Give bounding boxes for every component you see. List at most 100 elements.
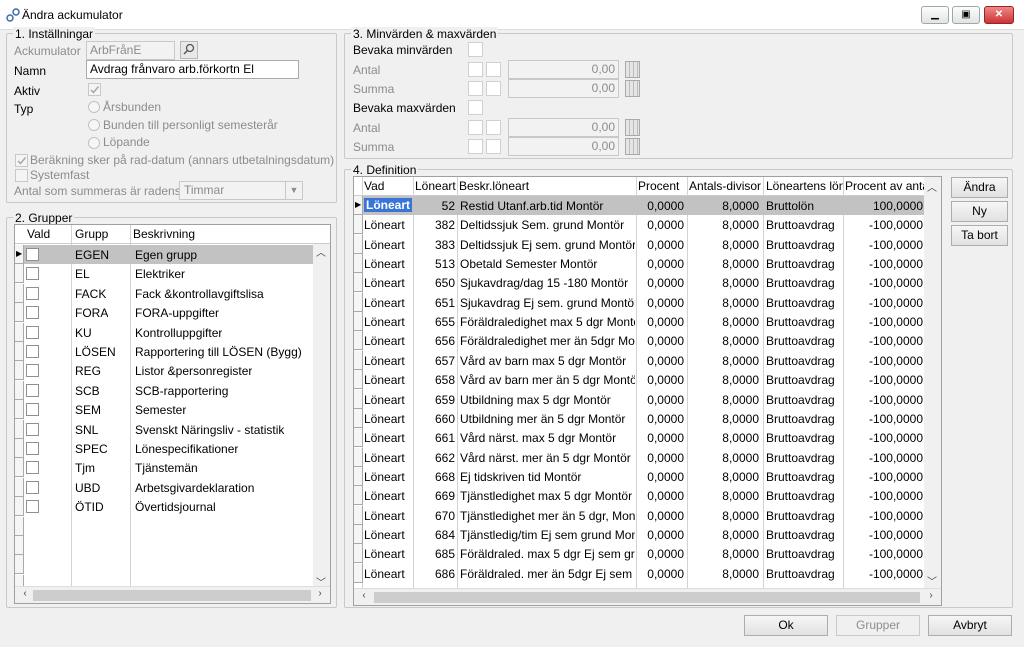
definition-row[interactable]: Löneart 513 Obetald Semester Montör 0,00… bbox=[354, 254, 924, 274]
groups-vertical-scrollbar[interactable]: ︿ ﹀ bbox=[313, 244, 330, 589]
aktiv-checkbox[interactable] bbox=[88, 83, 101, 96]
row-indicator[interactable] bbox=[354, 447, 363, 467]
definition-row[interactable]: Löneart 650 Sjukavdrag/dag 15 -180 Montö… bbox=[354, 273, 924, 293]
definition-row[interactable]: Löneart 668 Ej tidskriven tid Montör 0,0… bbox=[354, 466, 924, 486]
row-indicator[interactable] bbox=[15, 477, 24, 497]
row-indicator[interactable] bbox=[354, 544, 363, 564]
search-button[interactable] bbox=[180, 41, 198, 59]
column-header-procent[interactable]: Procent bbox=[638, 179, 688, 193]
row-indicator[interactable] bbox=[354, 331, 363, 351]
definition-row[interactable]: ▶ Löneart 52 Restid Utanf.arb.tid Montör… bbox=[354, 196, 924, 216]
calculator-icon[interactable] bbox=[625, 138, 640, 155]
definition-row[interactable]: Löneart 669 Tjänstledighet max 5 dgr Mon… bbox=[354, 486, 924, 506]
group-vald-checkbox[interactable] bbox=[26, 500, 39, 514]
antal-combo[interactable]: Timmar ▼ bbox=[179, 181, 303, 200]
group-row[interactable]: KU Kontrolluppgifter bbox=[15, 322, 315, 342]
row-indicator[interactable] bbox=[15, 322, 24, 342]
definition-row[interactable]: Löneart 382 Deltidssjuk Sem. grund Montö… bbox=[354, 215, 924, 235]
scroll-up-icon[interactable]: ︿ bbox=[313, 244, 329, 259]
group-row[interactable]: FORA FORA-uppgifter bbox=[15, 303, 315, 323]
group-vald-checkbox[interactable] bbox=[26, 480, 39, 494]
group-row[interactable]: ÖTID Övertidsjournal bbox=[15, 497, 315, 517]
row-indicator[interactable] bbox=[15, 536, 24, 555]
scroll-down-icon[interactable]: ﹀ bbox=[924, 573, 940, 588]
namn-field[interactable]: Avdrag frånvaro arb.förkortn El bbox=[86, 60, 299, 79]
definition-row[interactable]: Löneart 383 Deltidssjuk Ej sem. grund Mo… bbox=[354, 234, 924, 254]
row-indicator[interactable] bbox=[15, 264, 24, 284]
group-vald-checkbox[interactable] bbox=[26, 325, 39, 339]
column-header-loneart[interactable]: Löneart bbox=[415, 179, 457, 193]
group-vald-checkbox[interactable] bbox=[26, 306, 39, 320]
row-indicator[interactable] bbox=[15, 458, 24, 478]
group-vald-checkbox[interactable] bbox=[26, 345, 39, 358]
definition-vertical-scrollbar[interactable]: ︿ ﹀ bbox=[924, 177, 941, 590]
bevaka-min-checkbox[interactable] bbox=[468, 42, 483, 57]
group-vald-checkbox[interactable] bbox=[26, 383, 39, 397]
row-indicator[interactable] bbox=[354, 312, 363, 332]
min-antal-checkbox-2[interactable] bbox=[486, 62, 501, 77]
min-summa-checkbox-2[interactable] bbox=[486, 81, 501, 96]
row-indicator[interactable] bbox=[354, 486, 363, 506]
row-indicator[interactable] bbox=[354, 254, 363, 274]
max-antal-checkbox-2[interactable] bbox=[486, 120, 501, 135]
avbryt-button[interactable]: Avbryt bbox=[928, 615, 1012, 636]
row-indicator[interactable] bbox=[354, 350, 363, 370]
bunden-radio[interactable] bbox=[88, 119, 100, 131]
definition-row[interactable]: Löneart 660 Utbildning mer än 5 dgr Mont… bbox=[354, 408, 924, 428]
scrollbar-thumb[interactable] bbox=[374, 592, 920, 603]
ny-button[interactable]: Ny bbox=[951, 201, 1008, 222]
close-button[interactable]: ✕ bbox=[984, 6, 1014, 24]
row-indicator[interactable] bbox=[354, 389, 363, 409]
row-indicator[interactable] bbox=[15, 283, 24, 303]
row-indicator[interactable] bbox=[354, 292, 363, 312]
calculator-icon[interactable] bbox=[625, 61, 640, 78]
arsbunden-radio[interactable] bbox=[88, 101, 100, 113]
column-header-lonetyp[interactable]: Löneartens löne bbox=[766, 179, 844, 193]
calculator-icon[interactable] bbox=[625, 80, 640, 97]
group-row[interactable]: FACK Fack &kontrollavgiftslisa bbox=[15, 283, 315, 303]
column-header-beskrivning[interactable]: Beskrivning bbox=[133, 227, 195, 241]
row-indicator[interactable] bbox=[354, 428, 363, 448]
min-summa-field[interactable]: 0,00 bbox=[508, 79, 619, 98]
scroll-up-icon[interactable]: ︿ bbox=[924, 179, 940, 194]
berakning-checkbox[interactable] bbox=[15, 154, 28, 167]
row-indicator[interactable] bbox=[15, 497, 24, 517]
group-row[interactable]: SCB SCB-rapportering bbox=[15, 380, 315, 400]
group-row[interactable]: SEM Semester bbox=[15, 400, 315, 420]
definition-row[interactable]: Löneart 684 Tjänstledig/tim Ej sem grund… bbox=[354, 524, 924, 544]
max-antal-checkbox[interactable] bbox=[468, 120, 483, 135]
scroll-right-icon[interactable]: › bbox=[923, 590, 939, 601]
lopande-radio[interactable] bbox=[88, 137, 100, 149]
column-header-vald[interactable]: Vald bbox=[27, 227, 50, 241]
calculator-icon[interactable] bbox=[625, 119, 640, 136]
row-indicator[interactable] bbox=[15, 380, 24, 400]
column-header-grupp[interactable]: Grupp bbox=[75, 227, 108, 241]
group-row[interactable]: SNL Svenskt Näringsliv - statistik bbox=[15, 419, 315, 439]
group-vald-checkbox[interactable] bbox=[26, 267, 39, 281]
ok-button[interactable]: Ok bbox=[744, 615, 828, 636]
row-indicator[interactable] bbox=[15, 303, 24, 323]
row-indicator[interactable] bbox=[15, 516, 24, 536]
row-indicator[interactable] bbox=[354, 408, 363, 428]
andra-button[interactable]: Ändra bbox=[951, 177, 1008, 198]
definition-row[interactable]: Löneart 658 Vård av barn mer än 5 dgr Mo… bbox=[354, 370, 924, 390]
group-row[interactable]: REG Listor &personregister bbox=[15, 361, 315, 381]
row-indicator[interactable]: ▶ bbox=[15, 245, 24, 264]
row-indicator[interactable] bbox=[354, 234, 363, 254]
row-indicator[interactable] bbox=[15, 400, 24, 420]
group-vald-checkbox[interactable] bbox=[26, 248, 39, 261]
group-row[interactable]: ▶ EGEN Egen grupp bbox=[15, 245, 315, 265]
scrollbar-thumb[interactable] bbox=[33, 590, 311, 601]
row-indicator[interactable] bbox=[15, 555, 24, 575]
max-summa-checkbox-2[interactable] bbox=[486, 139, 501, 154]
maximize-button[interactable]: ▣ bbox=[952, 6, 980, 24]
group-row[interactable]: Tjm Tjänstemän bbox=[15, 458, 315, 478]
bevaka-max-checkbox[interactable] bbox=[468, 100, 483, 115]
scroll-left-icon[interactable]: ‹ bbox=[17, 588, 33, 599]
group-vald-checkbox[interactable] bbox=[26, 403, 39, 417]
minimize-button[interactable]: ▁ bbox=[921, 6, 949, 24]
scroll-right-icon[interactable]: › bbox=[312, 588, 328, 599]
definition-row[interactable]: Löneart 656 Föräldraledighet mer än 5dgr… bbox=[354, 331, 924, 351]
definition-row[interactable]: Löneart 661 Vård närst. max 5 dgr Montör… bbox=[354, 428, 924, 448]
column-header-beskr[interactable]: Beskr.löneart bbox=[459, 179, 635, 193]
